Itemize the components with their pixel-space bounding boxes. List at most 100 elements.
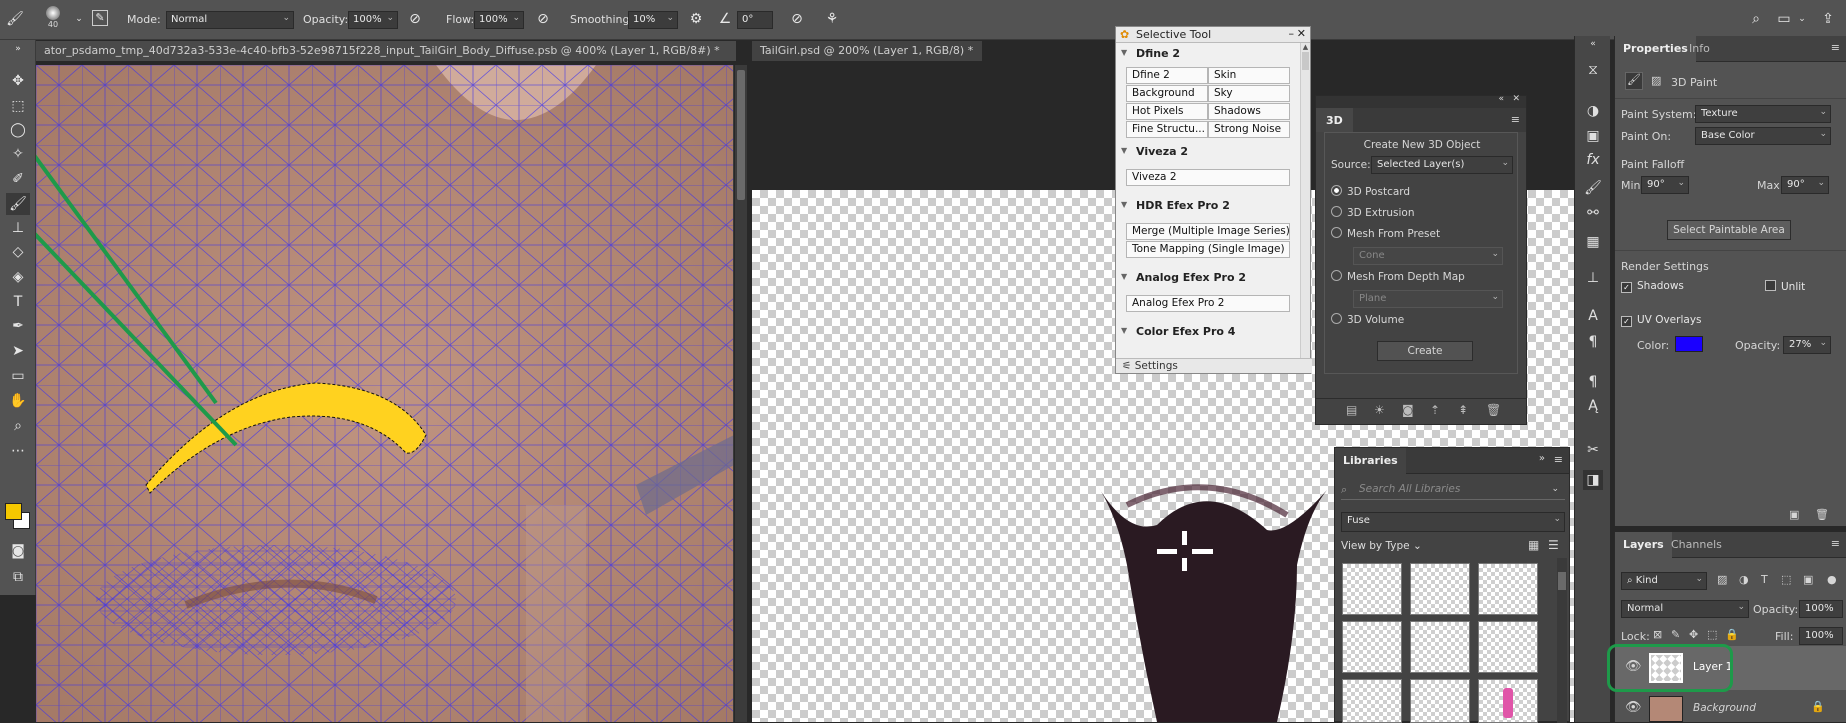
layer-opacity-field[interactable]: 100%	[1799, 600, 1843, 618]
adjustments-icon[interactable]: ◑	[1583, 101, 1603, 121]
search-icon[interactable]: ⌕	[1747, 10, 1765, 28]
create-button[interactable]: Create	[1377, 341, 1473, 361]
opacity-field[interactable]: 100% ⌄	[348, 11, 398, 29]
tab-info[interactable]: Info	[1689, 42, 1710, 55]
gear-icon[interactable]: ⚙	[687, 10, 705, 28]
shadows-checkbox[interactable]: Shadows	[1621, 280, 1684, 293]
max-field[interactable]: 90° ⌄	[1781, 176, 1829, 194]
tab-channels[interactable]: Channels	[1671, 538, 1722, 551]
tab-libraries[interactable]: Libraries	[1335, 448, 1406, 474]
scene-icon[interactable]: ▤	[1346, 403, 1357, 417]
workspace-icon[interactable]: ▭	[1775, 10, 1793, 28]
render-icon[interactable]: ▣	[1789, 508, 1799, 521]
history-icon[interactable]: ⧖	[1583, 60, 1603, 80]
eraser-tool-icon[interactable]: ◇	[6, 241, 30, 263]
selective-scrollbar[interactable]: ▲	[1300, 43, 1310, 361]
light-icon[interactable]: ☀	[1374, 403, 1385, 417]
canvas-scrollbar[interactable]	[735, 65, 747, 722]
tab-properties[interactable]: Properties	[1615, 36, 1696, 62]
layer-row[interactable]: 👁 Layer 1	[1607, 644, 1846, 692]
clone-source-icon[interactable]: ⊥	[1583, 268, 1603, 288]
paragraph-styles-icon[interactable]: ¶	[1583, 372, 1603, 392]
lock-transparent-icon[interactable]: ⊠	[1653, 628, 1662, 641]
brush-preset-picker[interactable]: 40	[38, 4, 68, 36]
chevron-down-icon[interactable]: ⌄	[70, 10, 88, 28]
paint-system-select[interactable]: Texture ⌄	[1695, 105, 1831, 123]
paint-bucket-icon[interactable]: ◈	[6, 266, 30, 288]
uv-overlays-checkbox[interactable]: UV Overlays	[1621, 314, 1702, 327]
dfine-button[interactable]: Dfine 2	[1126, 67, 1208, 84]
lock-all-icon[interactable]: 🔒	[1725, 628, 1739, 641]
section-hdr-efex[interactable]: HDR Efex Pro 2	[1116, 195, 1310, 217]
brush-settings-icon[interactable]: ⚯	[1583, 203, 1603, 223]
filter-pixel-icon[interactable]: ▨	[1717, 573, 1727, 586]
type-tool-icon[interactable]: T	[6, 291, 30, 313]
trash-icon[interactable]: 🗑	[1815, 508, 1829, 521]
move-tool-icon[interactable]: ✥	[6, 70, 30, 92]
libraries-scrollbar[interactable]	[1557, 558, 1567, 723]
option-mesh-preset[interactable]: Mesh From Preset	[1331, 227, 1440, 240]
angle-field[interactable]: 0°	[737, 11, 773, 29]
library-item[interactable]	[1410, 679, 1470, 723]
uv-color-swatch[interactable]	[1675, 336, 1703, 352]
background-button[interactable]: Background	[1126, 85, 1208, 102]
library-item[interactable]	[1478, 679, 1538, 723]
paragraph-icon[interactable]: ¶	[1583, 332, 1603, 352]
tab-3d[interactable]: 3D	[1316, 108, 1353, 132]
library-item[interactable]	[1410, 563, 1470, 615]
swatches-icon[interactable]: ▦	[1583, 232, 1603, 252]
select-paintable-area-button[interactable]: Select Paintable Area	[1667, 220, 1791, 240]
quick-mask-icon[interactable]: ◙	[6, 540, 30, 562]
scroll-up-icon[interactable]: ▲	[1301, 43, 1310, 51]
fill-field[interactable]: 100%	[1799, 627, 1843, 645]
magic-wand-icon[interactable]: ✧	[6, 143, 30, 165]
hot-pixels-button[interactable]: Hot Pixels	[1126, 103, 1208, 120]
shape-tool-icon[interactable]: ▭	[6, 365, 30, 387]
path-select-icon[interactable]: ➤	[6, 340, 30, 362]
3d-panel-icon[interactable]: ◨	[1583, 470, 1603, 490]
settings-bar[interactable]: ⚟ Settings	[1116, 358, 1312, 373]
kind-filter-select[interactable]: ⌕ Kind ⌄	[1621, 572, 1707, 590]
pressure-opacity-icon[interactable]: ⊘	[406, 10, 424, 28]
character-icon[interactable]: A	[1583, 306, 1603, 326]
doc-tab-tailgirl[interactable]: TailGirl.psd @ 200% (Layer 1, RGB/8) *	[752, 41, 982, 61]
option-3d-postcard[interactable]: 3D Postcard	[1331, 185, 1410, 198]
filter-adjustment-icon[interactable]: ◑	[1739, 573, 1749, 586]
library-item[interactable]	[1342, 563, 1402, 615]
export-icon[interactable]: ⇡	[1430, 403, 1440, 417]
smoothing-field[interactable]: 10% ⌄	[628, 11, 678, 29]
tone-mapping-button[interactable]: Tone Mapping (Single Image)	[1126, 241, 1290, 258]
panel-menu-icon[interactable]: ≡	[1511, 113, 1520, 126]
eyedropper-tool-icon[interactable]: ✐	[6, 168, 30, 190]
close-icon[interactable]: ✕	[1297, 27, 1306, 40]
vertical-scrollbar[interactable]	[733, 65, 734, 722]
library-item[interactable]	[1410, 621, 1470, 673]
lock-position-icon[interactable]: ✥	[1689, 628, 1698, 641]
source-select[interactable]: Selected Layer(s) ⌄	[1371, 156, 1513, 174]
share-icon[interactable]: ⇪	[1819, 10, 1837, 28]
viveza-button[interactable]: Viveza 2	[1126, 169, 1290, 186]
collapse-icon[interactable]: »	[1539, 453, 1545, 464]
library-item[interactable]	[1478, 621, 1538, 673]
pen-tool-icon[interactable]: ✒	[6, 315, 30, 337]
brush-tool-icon[interactable]: 🖌	[6, 193, 30, 215]
view-by-type[interactable]: View by Type ⌄	[1341, 540, 1422, 552]
unlit-checkbox[interactable]: Unlit	[1765, 280, 1805, 293]
blend-mode-select[interactable]: Normal ⌄	[1621, 600, 1749, 618]
merge-button[interactable]: Merge (Multiple Image Series)	[1126, 223, 1290, 240]
scroll-thumb[interactable]	[737, 70, 745, 200]
section-analog-efex[interactable]: Analog Efex Pro 2	[1116, 267, 1310, 289]
filter-type-icon[interactable]: T	[1761, 573, 1768, 586]
foreground-color-swatch[interactable]	[5, 503, 22, 520]
more-tools-icon[interactable]: ⋯	[6, 440, 30, 462]
uv-opacity-field[interactable]: 27% ⌄	[1783, 336, 1831, 354]
lasso-tool-icon[interactable]: ◯	[6, 119, 30, 141]
hand-tool-icon[interactable]: ✋	[6, 390, 30, 412]
pressure-size-icon[interactable]: ⊘	[788, 10, 806, 28]
airbrush-icon[interactable]: ⊘	[534, 10, 552, 28]
skin-button[interactable]: Skin	[1208, 67, 1290, 84]
option-depth-map[interactable]: Mesh From Depth Map	[1331, 270, 1465, 283]
styles-icon[interactable]: ▣	[1583, 126, 1603, 146]
lock-pixels-icon[interactable]: ✎	[1671, 628, 1680, 641]
section-dfine[interactable]: Dfine 2	[1116, 43, 1310, 65]
